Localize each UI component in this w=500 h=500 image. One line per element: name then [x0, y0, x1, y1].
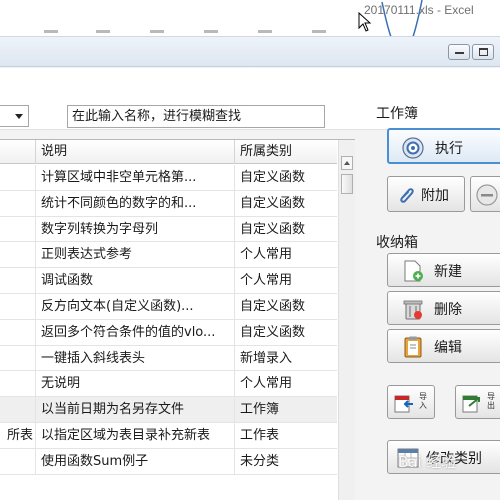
maximize-button[interactable] — [472, 44, 494, 60]
import-label: 导入 — [419, 392, 427, 410]
trash-icon — [403, 300, 423, 320]
cell-category: 自定义函数 — [240, 324, 306, 340]
paperclip-icon — [400, 188, 414, 203]
vertical-scrollbar[interactable] — [338, 140, 355, 500]
cell-description: 正则表达式参考 — [36, 242, 235, 268]
excel-title-strip: 20170111.xls - Excel — [0, 0, 500, 55]
new-button[interactable]: 新建 — [387, 253, 500, 287]
cell-name — [0, 268, 36, 294]
code-list-table: 说明 所属类别 计算区域中非空单元格第... 自定义函数 统计不同颜色的数字的和..… — [0, 139, 355, 500]
cell-description: 使用函数Sum例子 — [36, 448, 235, 474]
cell-name — [0, 242, 36, 268]
cell-name — [0, 448, 36, 474]
ribbon-remnant — [0, 30, 500, 34]
export-button[interactable]: 导出 — [455, 385, 500, 419]
cell-category: 工作簿 — [240, 402, 280, 418]
cell-category: 自定义函数 — [240, 221, 306, 237]
cell-category: 新增录入 — [240, 350, 293, 366]
table-row[interactable]: 数字列转换为字母列 自定义函数 — [0, 216, 337, 243]
delete-label: 删除 — [434, 302, 462, 318]
cell-name — [0, 165, 36, 190]
table-row[interactable]: 所表 以指定区域为表目录补充新表 工作表 — [0, 423, 337, 449]
cell-description: 反方向文本(自定义函数)... — [36, 294, 235, 319]
attach-button[interactable]: 附加 — [387, 176, 465, 212]
cell-name — [0, 345, 36, 371]
table-row[interactable]: 正则表达式参考 个人常用 — [0, 242, 337, 269]
workbook-group-title: 工作簿 — [376, 106, 418, 122]
remove-button[interactable] — [470, 176, 500, 212]
cell-name — [0, 190, 36, 216]
import-icon — [394, 395, 413, 413]
cell-category: 个人常用 — [240, 247, 293, 263]
table-row[interactable]: 调试函数 个人常用 — [0, 268, 337, 294]
new-label: 新建 — [434, 264, 462, 280]
table-row[interactable]: 一键插入斜线表头 新增录入 — [0, 345, 337, 372]
table-row[interactable]: 返回多个符合条件的值的vlo... 自定义函数 — [0, 319, 337, 346]
edit-label: 编辑 — [434, 340, 462, 356]
edit-button[interactable]: 编辑 — [387, 329, 500, 363]
new-document-icon — [404, 260, 423, 282]
export-icon — [462, 395, 480, 413]
attach-label: 附加 — [421, 188, 449, 204]
maximize-icon — [479, 48, 488, 56]
dialog-titlebar — [0, 37, 500, 67]
cell-description: 调试函数 — [36, 268, 235, 294]
minimize-icon — [455, 52, 464, 54]
cell-description: 数字列转换为字母列 — [36, 216, 235, 242]
cell-category: 个人常用 — [240, 376, 293, 392]
cell-description: 统计不同颜色的数字的和... — [36, 190, 235, 216]
table-row[interactable]: 以当前日期为名另存文件 工作簿 — [0, 397, 337, 423]
execute-button[interactable]: 执行 — [387, 128, 500, 164]
cell-name — [0, 294, 36, 319]
cell-category: 工作表 — [240, 428, 280, 443]
cell-description: 以当前日期为名另存文件 — [36, 397, 235, 423]
cell-category: 个人常用 — [240, 273, 293, 289]
table-row[interactable]: 无说明 个人常用 — [0, 371, 337, 398]
execute-icon — [402, 137, 424, 159]
cell-description: 计算区域中非空单元格第... — [36, 165, 235, 190]
column-header-category[interactable]: 所属类别 — [235, 140, 337, 164]
table-header: 说明 所属类别 — [0, 140, 337, 164]
export-label: 导出 — [487, 392, 495, 410]
chevron-down-icon — [15, 114, 23, 119]
cell-description: 一键插入斜线表头 — [36, 345, 235, 371]
category-filter-select[interactable] — [0, 105, 29, 127]
storage-group-title: 收纳箱 — [376, 235, 418, 251]
table-row[interactable]: 反方向文本(自定义函数)... 自定义函数 — [0, 294, 337, 320]
cell-name — [0, 216, 36, 242]
minimize-button[interactable] — [448, 44, 470, 60]
cell-name — [0, 371, 36, 397]
cell-name: 所表 — [0, 423, 36, 448]
table-row[interactable]: 计算区域中非空单元格第... 自定义函数 — [0, 165, 337, 191]
table-row[interactable]: 统计不同颜色的数字的和... 自定义函数 — [0, 190, 337, 217]
cell-description: 返回多个符合条件的值的vlo... — [36, 319, 235, 345]
table-row[interactable]: 使用函数Sum例子 未分类 — [0, 448, 337, 475]
column-header-description[interactable]: 说明 — [36, 140, 235, 164]
column-header-name[interactable] — [0, 140, 36, 164]
cell-description: 无说明 — [36, 371, 235, 397]
cell-category: 自定义函数 — [240, 195, 306, 211]
cell-name — [0, 397, 36, 423]
clipboard-edit-icon — [404, 336, 422, 358]
scroll-thumb[interactable] — [341, 174, 353, 194]
delete-button[interactable]: 删除 — [387, 291, 500, 325]
execute-label: 执行 — [435, 141, 463, 157]
excel-window-title: 20170111.xls - Excel — [364, 3, 474, 17]
cell-name — [0, 319, 36, 345]
minus-circle-icon — [476, 184, 498, 206]
import-button[interactable]: 导入 — [387, 385, 435, 419]
cell-category: 自定义函数 — [240, 299, 306, 314]
scroll-up-icon[interactable] — [341, 156, 353, 170]
search-input[interactable] — [67, 105, 325, 128]
cell-category: 未分类 — [240, 453, 280, 469]
cell-category: 自定义函数 — [240, 170, 306, 185]
baidu-watermark: Bai 经验 — [398, 453, 457, 471]
cell-description: 以指定区域为表目录补充新表 — [36, 423, 235, 448]
